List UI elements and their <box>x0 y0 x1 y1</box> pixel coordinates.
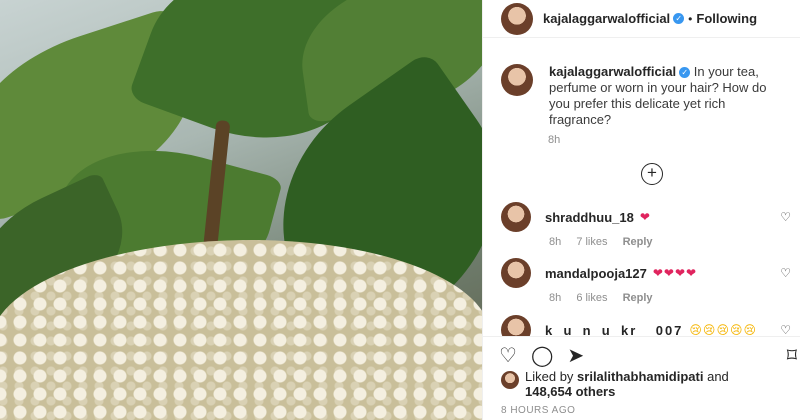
post-timestamp[interactable]: 8 HOURS AGO <box>501 405 575 416</box>
following-button[interactable]: Following <box>696 11 757 26</box>
comment-text: ❤ <box>639 210 651 224</box>
caption-username[interactable]: kajalaggarwalofficial <box>549 64 676 79</box>
commenter-avatar[interactable] <box>501 202 531 232</box>
liked-by-and: and <box>707 369 729 384</box>
comment-time: 8h <box>549 236 562 248</box>
commenter-avatar[interactable] <box>501 258 531 288</box>
heart-icon[interactable]: ♡ <box>780 210 791 224</box>
post-image[interactable] <box>0 0 482 420</box>
comment-item: mandalpooja127 ❤❤❤❤ ♡ 8h 6 likes Reply <box>501 258 800 304</box>
avatar[interactable] <box>501 2 533 35</box>
comment-text: 😢😢😢😢😢 <box>689 323 757 337</box>
comment-text: ❤❤❤❤ <box>652 266 698 280</box>
author-username[interactable]: kajalaggarwalofficial <box>543 11 670 26</box>
post-caption: kajalaggarwalofficial ✓ In your tea, perf… <box>501 64 791 128</box>
verified-icon: ✓ <box>679 67 691 79</box>
separator-dot: • <box>688 11 693 26</box>
post-panel: kajalaggarwalofficial ✓ • Following kaja… <box>482 0 800 420</box>
bookmark-icon[interactable]: ⌑ <box>787 343 797 368</box>
caption-avatar[interactable] <box>501 64 533 96</box>
verified-icon: ✓ <box>673 13 685 24</box>
post-actions: ♡ ◯ ➤ ⌑ Liked by srilalithabhamidipati a… <box>483 336 800 420</box>
comment-icon[interactable]: ◯ <box>531 343 553 368</box>
heart-icon[interactable]: ♡ <box>780 323 791 337</box>
reply-button[interactable]: Reply <box>623 236 653 248</box>
like-icon[interactable]: ♡ <box>499 343 517 368</box>
liked-by-prefix: Liked by <box>525 369 574 384</box>
commenter-username[interactable]: shraddhuu_18 <box>545 210 634 225</box>
load-more-comments-button[interactable]: + <box>641 163 663 185</box>
post-header: kajalaggarwalofficial ✓ • Following <box>483 0 800 38</box>
commenter-username[interactable]: mandalpooja127 <box>545 266 647 281</box>
liked-by: Liked by srilalithabhamidipati and 148,6… <box>501 369 729 399</box>
likes-count[interactable]: 148,654 others <box>525 384 615 399</box>
heart-icon[interactable]: ♡ <box>780 266 791 280</box>
liker-username[interactable]: srilalithabhamidipati <box>577 369 703 384</box>
comment-likes[interactable]: 6 likes <box>576 292 607 304</box>
comment-likes[interactable]: 7 likes <box>576 236 607 248</box>
comment-item: shraddhuu_18 ❤ ♡ 8h 7 likes Reply <box>501 202 800 248</box>
liker-avatar[interactable] <box>501 371 519 389</box>
reply-button[interactable]: Reply <box>623 292 653 304</box>
comment-time: 8h <box>549 292 562 304</box>
share-icon[interactable]: ➤ <box>567 343 584 368</box>
caption-time: 8h <box>548 134 561 146</box>
